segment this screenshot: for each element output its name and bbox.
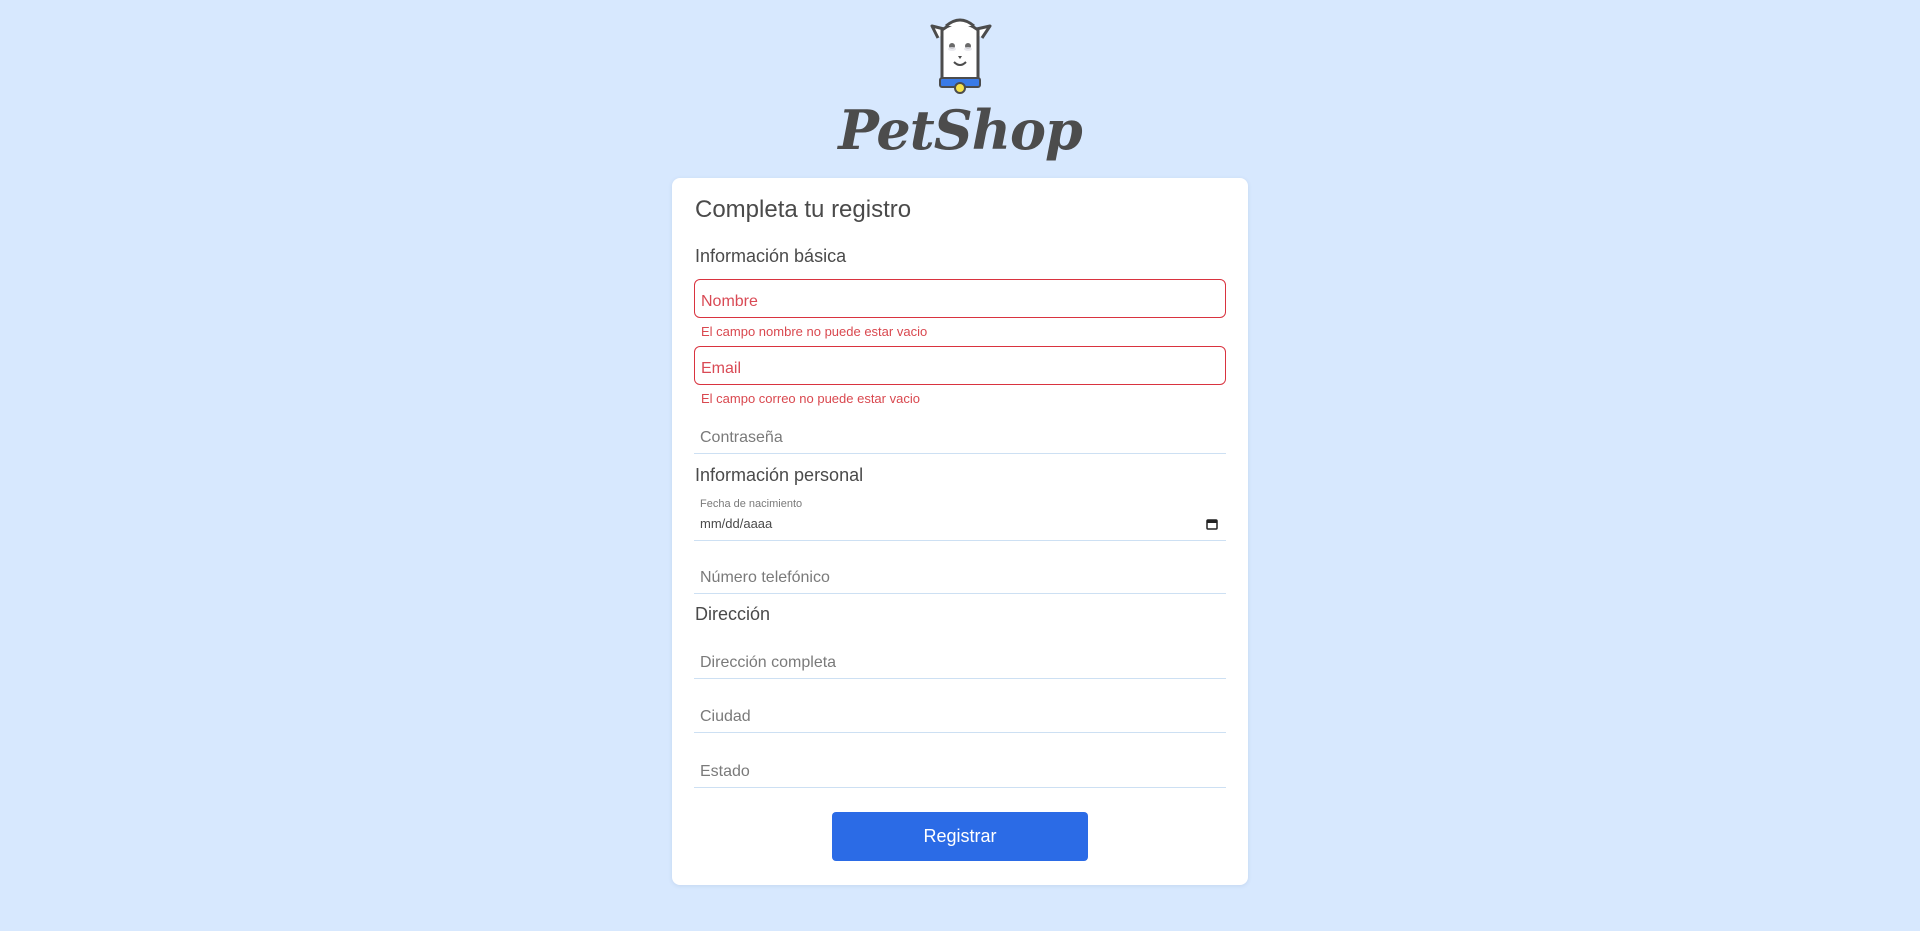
name-placeholder: Nombre <box>701 293 758 310</box>
brand-name: PetShop <box>838 98 1083 162</box>
section-personal-info: Información personal <box>695 465 864 485</box>
email-placeholder: Email <box>701 360 742 377</box>
section-address: Dirección <box>695 604 771 624</box>
name-field[interactable]: Nombre <box>694 279 1226 318</box>
phone-field[interactable]: Número telefónico <box>694 553 1226 594</box>
email-error: El campo correo no puede estar vacio <box>701 391 920 406</box>
address-field[interactable]: Dirección completa <box>694 638 1226 679</box>
form-title: Completa tu registro <box>695 196 912 223</box>
section-basic-info: Información básica <box>695 246 847 266</box>
address-placeholder: Dirección completa <box>700 654 837 671</box>
register-button[interactable]: Registrar <box>832 812 1088 861</box>
city-placeholder: Ciudad <box>700 708 751 725</box>
header: PetShop <box>0 0 1920 178</box>
calendar-icon[interactable] <box>1206 518 1218 530</box>
name-error: El campo nombre no puede estar vacio <box>701 324 928 339</box>
state-field[interactable]: Estado <box>694 747 1226 788</box>
birthdate-value: mm/dd/aaaa <box>700 516 773 531</box>
email-field[interactable]: Email <box>694 346 1226 385</box>
state-placeholder: Estado <box>700 763 750 780</box>
birthdate-field[interactable]: Fecha de nacimiento mm/dd/aaaa <box>694 494 1226 541</box>
password-field[interactable]: Contraseña <box>694 413 1226 454</box>
dog-mascot-icon <box>930 18 992 94</box>
city-field[interactable]: Ciudad <box>694 692 1226 733</box>
phone-placeholder: Número telefónico <box>700 569 830 586</box>
password-placeholder: Contraseña <box>700 429 783 446</box>
birthdate-label: Fecha de nacimiento <box>700 498 803 510</box>
registration-form: Completa tu registro Información básica … <box>672 178 1248 885</box>
